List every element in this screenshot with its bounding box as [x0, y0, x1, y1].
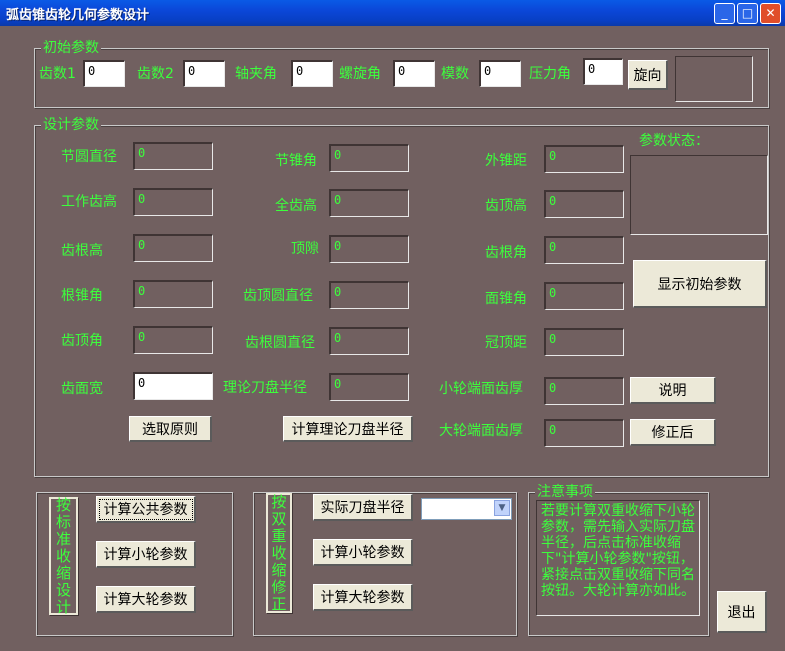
root-cone-angle-field[interactable]: 0 [133, 280, 213, 308]
whole-depth-label: 全齿高 [275, 198, 317, 214]
outer-cone-distance-field[interactable]: 0 [544, 145, 624, 173]
addendum-angle-field[interactable]: 0 [133, 326, 213, 354]
dedendum-field[interactable]: 0 [133, 234, 213, 262]
pressure-angle-input[interactable]: 0 [583, 58, 623, 85]
title-bar[interactable]: 弧齿锥齿轮几何参数设计 _ □ ✕ [0, 0, 785, 26]
calc-common-params-button[interactable]: 计算公共参数 [96, 496, 196, 523]
module-label: 模数 [441, 66, 469, 82]
addendum-angle-label: 齿顶角 [61, 333, 103, 349]
calc-theoretical-cutter-button[interactable]: 计算理论刀盘半径 [283, 416, 413, 442]
vertical-char: 标 [55, 512, 71, 531]
vertical-char: 正 [271, 594, 287, 613]
root-diameter-field[interactable]: 0 [329, 327, 409, 355]
double-shrink-title: 按 双 重 收 缩 修 正 [266, 493, 292, 613]
vertical-char: 修 [271, 577, 287, 596]
pinion-thickness-field[interactable]: 0 [544, 377, 624, 405]
main-window: 弧齿锥齿轮几何参数设计 _ □ ✕ 初始参数 齿数1 0 齿数2 0 轴夹角 0… [0, 0, 785, 651]
theoretical-cutter-radius-field[interactable]: 0 [329, 373, 409, 401]
teeth2-label: 齿数2 [137, 66, 174, 82]
exit-button[interactable]: 退出 [717, 591, 767, 633]
initial-params-legend: 初始参数 [41, 39, 101, 57]
param-status-label: 参数状态： [639, 133, 709, 149]
pressure-angle-label: 压力角 [529, 66, 571, 82]
vertical-char: 双 [271, 509, 287, 528]
face-width-input[interactable]: 0 [133, 372, 213, 400]
clearance-label: 顶隙 [291, 241, 319, 257]
vertical-char: 缩 [271, 560, 287, 579]
whole-depth-field[interactable]: 0 [329, 189, 409, 217]
clearance-field[interactable]: 0 [329, 235, 409, 263]
vertical-char: 准 [55, 529, 71, 548]
actual-cutter-radius-select[interactable]: ▼ [421, 498, 512, 520]
dedendum-angle-label: 齿根角 [485, 245, 527, 261]
select-principle-button[interactable]: 选取原则 [129, 416, 212, 442]
helix-angle-input[interactable]: 0 [393, 60, 435, 87]
maximize-icon[interactable]: □ [737, 3, 758, 24]
root-cone-angle-label: 根锥角 [61, 288, 103, 304]
standard-shrink-title: 按 标 准 收 缩 设 计 [49, 495, 78, 616]
pinion-thickness-label: 小轮端面齿厚 [439, 381, 523, 397]
vertical-char: 按 [271, 492, 287, 511]
gear-thickness-label: 大轮端面齿厚 [439, 423, 523, 439]
crown-distance-field[interactable]: 0 [544, 328, 624, 356]
vertical-char: 设 [55, 580, 71, 599]
working-depth-field[interactable]: 0 [133, 188, 213, 216]
crown-distance-label: 冠顶距 [485, 335, 527, 351]
pitch-diameter-field[interactable]: 0 [133, 142, 213, 170]
module-input[interactable]: 0 [479, 60, 521, 87]
pitch-diameter-label: 节圆直径 [61, 149, 117, 165]
gear-thickness-field[interactable]: 0 [544, 419, 624, 447]
teeth1-label: 齿数1 [39, 66, 76, 82]
teeth2-input[interactable]: 0 [183, 60, 225, 87]
vertical-char: 按 [55, 495, 71, 514]
dedendum-label: 齿根高 [61, 243, 103, 259]
theoretical-cutter-radius-label: 理论刀盘半径 [223, 380, 307, 396]
design-params-legend: 设计参数 [41, 116, 101, 134]
vertical-char: 收 [271, 543, 287, 562]
tip-diameter-field[interactable]: 0 [329, 281, 409, 309]
face-width-label: 齿面宽 [61, 381, 103, 397]
notes-legend: 注意事项 [535, 483, 595, 501]
vertical-char: 收 [55, 546, 71, 565]
param-status-display [630, 155, 768, 235]
vertical-char: 缩 [55, 563, 71, 582]
shaft-angle-input[interactable]: 0 [291, 60, 333, 87]
rotation-button[interactable]: 旋向 [628, 60, 668, 90]
actual-cutter-radius-button[interactable]: 实际刀盘半径 [313, 494, 413, 521]
teeth1-input[interactable]: 0 [83, 60, 125, 87]
standard-calc-gear-button[interactable]: 计算大轮参数 [96, 586, 196, 613]
shaft-angle-label: 轴夹角 [235, 66, 277, 82]
chevron-down-icon[interactable]: ▼ [494, 500, 510, 516]
face-cone-angle-label: 面锥角 [485, 291, 527, 307]
working-depth-label: 工作齿高 [61, 194, 117, 210]
pitch-cone-angle-label: 节锥角 [275, 153, 317, 169]
rotation-display [675, 56, 753, 102]
helix-angle-label: 螺旋角 [339, 66, 381, 82]
minimize-icon[interactable]: _ [714, 3, 735, 24]
double-calc-pinion-button[interactable]: 计算小轮参数 [313, 539, 413, 566]
show-initial-params-button[interactable]: 显示初始参数 [633, 260, 767, 308]
face-cone-angle-field[interactable]: 0 [544, 282, 624, 310]
pitch-cone-angle-field[interactable]: 0 [329, 144, 409, 172]
dedendum-angle-field[interactable]: 0 [544, 236, 624, 264]
double-calc-gear-button[interactable]: 计算大轮参数 [313, 584, 413, 611]
tip-diameter-label: 齿顶圆直径 [243, 288, 313, 304]
window-title: 弧齿锥齿轮几何参数设计 [6, 8, 150, 23]
revised-button[interactable]: 修正后 [630, 419, 716, 446]
addendum-field[interactable]: 0 [544, 190, 624, 218]
addendum-label: 齿顶高 [485, 198, 527, 214]
vertical-char: 计 [55, 597, 71, 616]
outer-cone-distance-label: 外锥距 [485, 153, 527, 169]
notes-text: 若要计算双重收缩下小轮参数，需先输入实际刀盘半径，后点击标准收缩下"计算小轮参数… [536, 500, 700, 616]
explain-button[interactable]: 说明 [630, 377, 716, 404]
vertical-char: 重 [271, 526, 287, 545]
close-icon[interactable]: ✕ [760, 3, 781, 24]
root-diameter-label: 齿根圆直径 [245, 335, 315, 351]
standard-calc-pinion-button[interactable]: 计算小轮参数 [96, 541, 196, 568]
